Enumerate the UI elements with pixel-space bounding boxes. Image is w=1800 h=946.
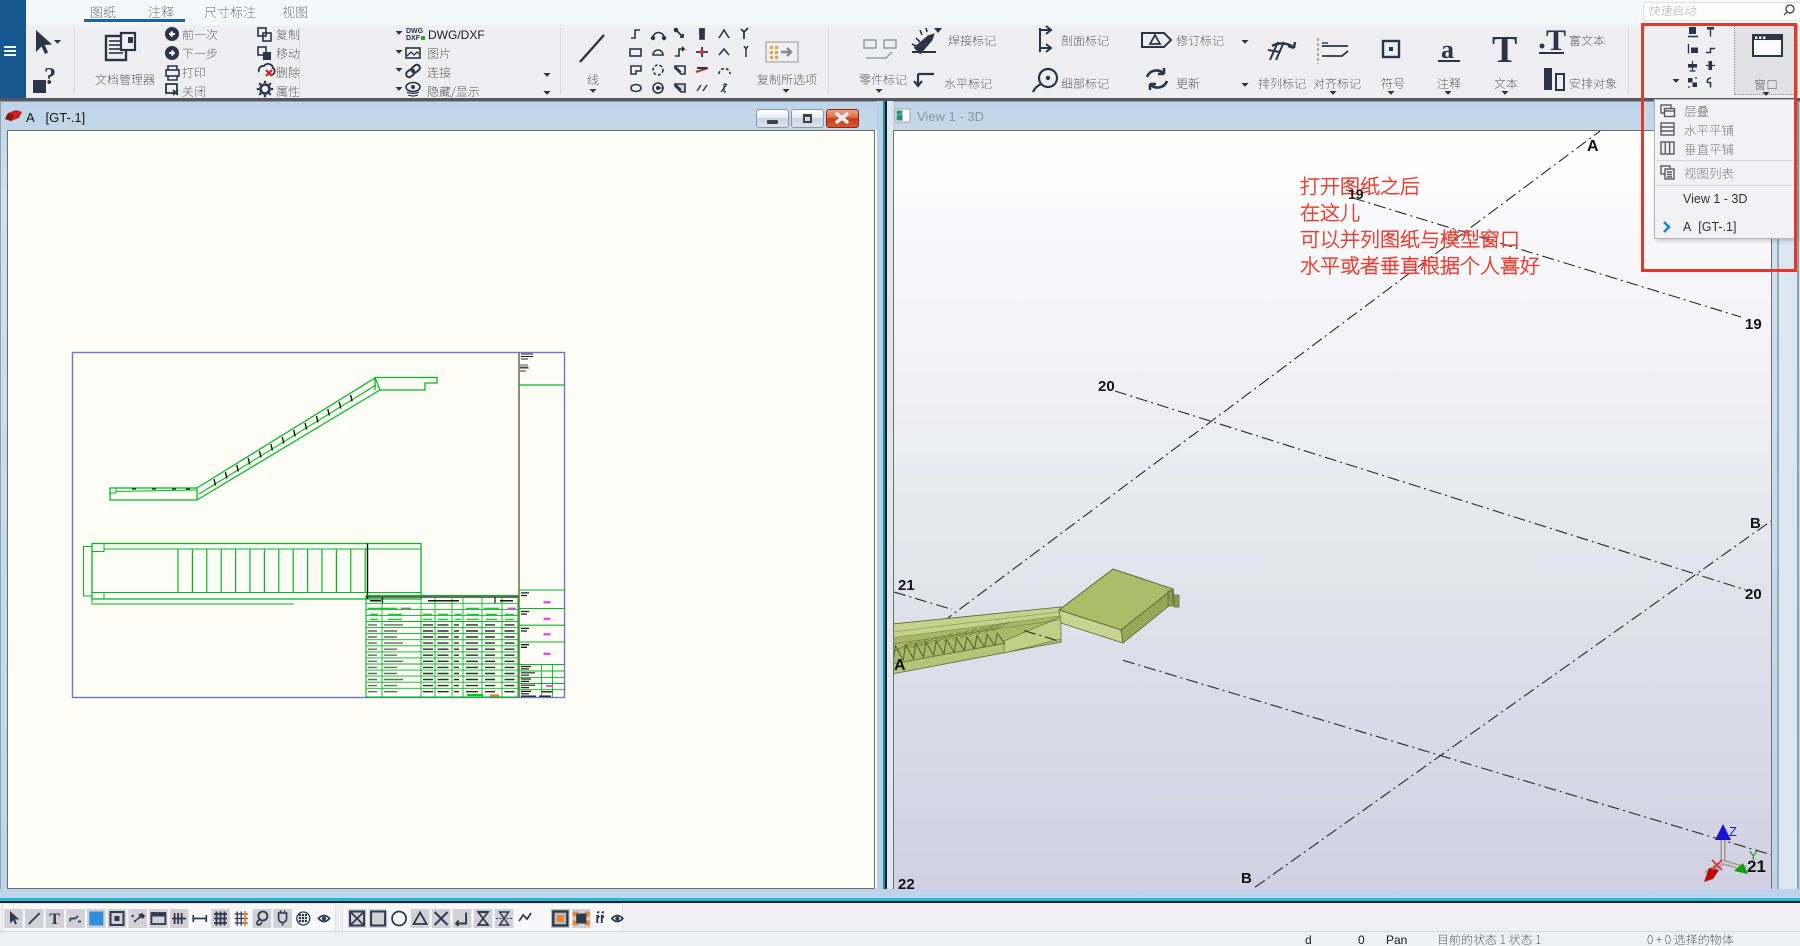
svg-text:T: T [49,911,60,928]
svg-text:21: 21 [1747,857,1766,876]
svg-text:DWG: DWG [406,28,424,35]
svg-text:20: 20 [1745,586,1762,603]
svg-text:A: A [1587,138,1599,155]
svg-text:View 1 - 3D: View 1 - 3D [917,109,984,124]
svg-text:DXF: DXF [406,35,421,42]
svg-text:a: a [1441,35,1454,64]
svg-text:A: A [894,657,906,674]
svg-text:DWG/DXF: DWG/DXF [428,28,485,42]
svg-text:B: B [1750,515,1761,532]
svg-text:21: 21 [898,577,915,594]
svg-text:Z: Z [1729,824,1737,839]
svg-text:20: 20 [1098,378,1115,395]
svg-text:T: T [1492,29,1517,71]
svg-text:19: 19 [1745,316,1762,333]
svg-text:?: ? [44,64,56,90]
svg-text:B: B [1241,870,1252,887]
